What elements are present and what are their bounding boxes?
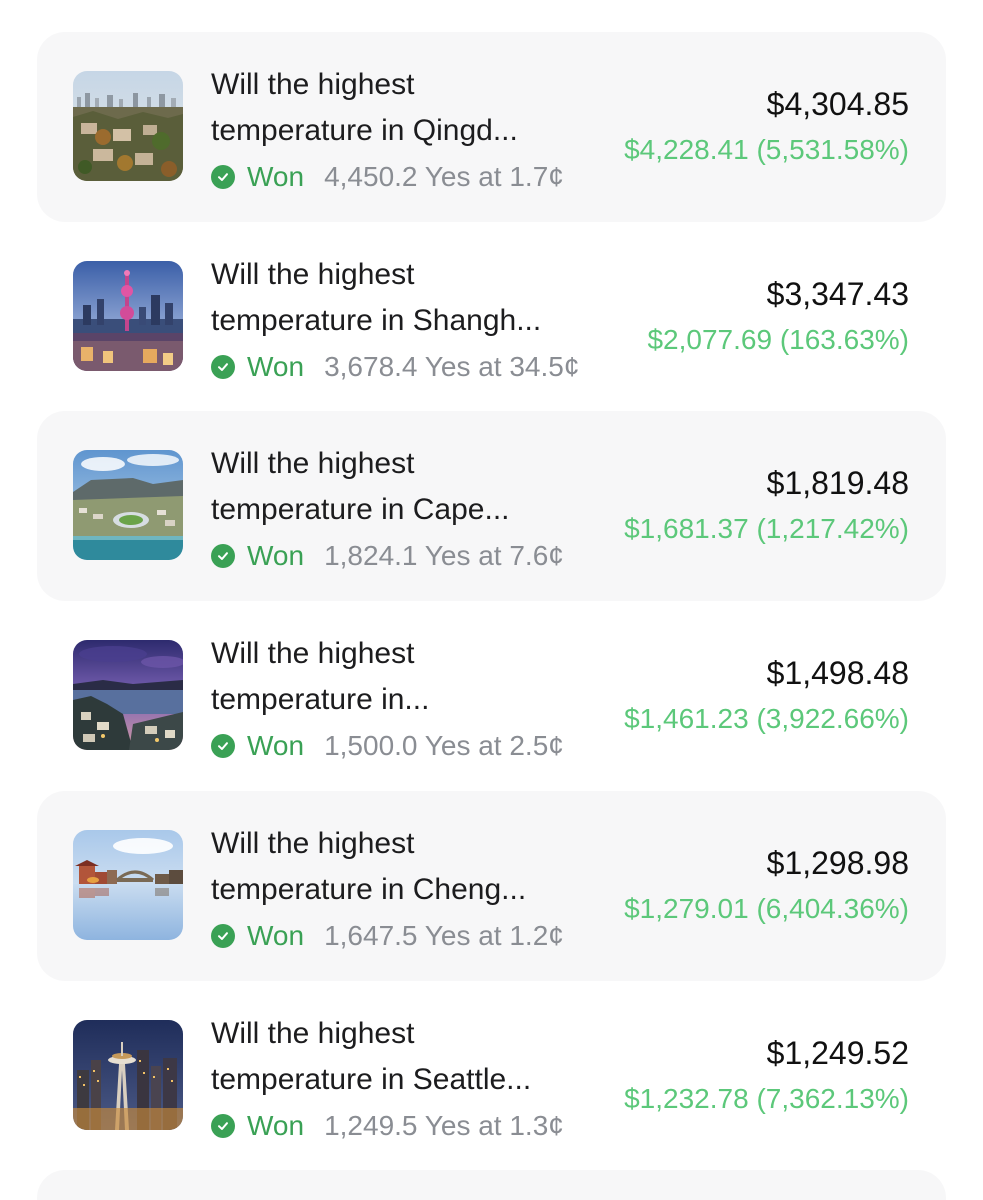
outcome-status: Won 1,647.5 Yes at 1.2¢: [211, 915, 564, 957]
won-label: Won: [247, 351, 305, 382]
shares-text: 4,450.2 Yes at 1.7¢: [324, 161, 564, 192]
won-label: Won: [247, 730, 305, 761]
position-value: $4,304.85: [766, 86, 909, 122]
market-title[interactable]: Will the highest temperature in Qingd...: [211, 62, 611, 154]
next-position-row-partial[interactable]: [37, 1170, 946, 1200]
position-row[interactable]: Will the highest temperature in Cape... …: [37, 411, 946, 601]
won-label: Won: [247, 161, 305, 192]
outcome-status: Won 1,824.1 Yes at 7.6¢: [211, 535, 564, 577]
title-line-1: Will the highest: [211, 827, 415, 860]
position-value: $1,298.98: [766, 845, 909, 881]
profit-loss: $4,228.41 (5,531.58%): [624, 134, 909, 165]
market-title[interactable]: Will the highest temperature in...: [211, 631, 611, 723]
outcome-status: Won 3,678.4 Yes at 34.5¢: [211, 346, 579, 388]
position-row[interactable]: Will the highest temperature in... Won 1…: [37, 601, 946, 791]
position-value: $3,347.43: [766, 276, 909, 312]
profit-loss: $2,077.69 (163.63%): [647, 324, 909, 355]
title-line-2: temperature in Seattle...: [211, 1063, 532, 1096]
shanghai-skyline-photo-icon: [73, 261, 183, 371]
title-line-1: Will the highest: [211, 1017, 415, 1050]
position-row[interactable]: Will the highest temperature in Seattle.…: [37, 981, 946, 1171]
position-value: $1,249.52: [766, 1035, 909, 1071]
position-value: $1,819.48: [766, 465, 909, 501]
outcome-status: Won 1,249.5 Yes at 1.3¢: [211, 1105, 564, 1147]
title-line-2: temperature in Cape...: [211, 493, 510, 526]
title-line-2: temperature in Shangh...: [211, 304, 542, 337]
shares-text: 1,500.0 Yes at 2.5¢: [324, 730, 564, 761]
won-label: Won: [247, 540, 305, 571]
check-circle-icon: [211, 924, 235, 948]
position-value: $1,498.48: [766, 655, 909, 691]
check-circle-icon: [211, 734, 235, 758]
market-title[interactable]: Will the highest temperature in Shangh..…: [211, 252, 611, 344]
check-circle-icon: [211, 1114, 235, 1138]
market-title[interactable]: Will the highest temperature in Cape...: [211, 441, 611, 533]
profit-loss: $1,461.23 (3,922.66%): [624, 703, 909, 734]
title-line-2: temperature in Qingd...: [211, 114, 518, 147]
check-circle-icon: [211, 544, 235, 568]
title-line-2: temperature in...: [211, 683, 430, 716]
title-line-1: Will the highest: [211, 637, 415, 670]
shares-text: 3,678.4 Yes at 34.5¢: [324, 351, 580, 382]
position-row[interactable]: Will the highest temperature in Shangh..…: [37, 222, 946, 412]
position-row[interactable]: Will the highest temperature in Qingd...…: [37, 32, 946, 222]
outcome-status: Won 1,500.0 Yes at 2.5¢: [211, 725, 564, 767]
title-line-1: Will the highest: [211, 68, 415, 101]
cape-town-photo-icon: [73, 450, 183, 560]
seattle-space-needle-photo-icon: [73, 1020, 183, 1130]
shares-text: 1,647.5 Yes at 1.2¢: [324, 920, 564, 951]
market-title[interactable]: Will the highest temperature in Seattle.…: [211, 1011, 611, 1103]
won-label: Won: [247, 1110, 305, 1141]
title-line-1: Will the highest: [211, 447, 415, 480]
check-circle-icon: [211, 165, 235, 189]
harbor-city-dusk-photo-icon: [73, 640, 183, 750]
won-label: Won: [247, 920, 305, 951]
positions-list: Will the highest temperature in Qingd...…: [0, 0, 983, 1200]
profit-loss: $1,232.78 (7,362.13%): [624, 1083, 909, 1114]
profit-loss: $1,681.37 (1,217.42%): [624, 513, 909, 544]
market-title[interactable]: Will the highest temperature in Cheng...: [211, 821, 611, 913]
shares-text: 1,824.1 Yes at 7.6¢: [324, 540, 564, 571]
outcome-status: Won 4,450.2 Yes at 1.7¢: [211, 156, 564, 198]
check-circle-icon: [211, 355, 235, 379]
qingdao-city-photo-icon: [73, 71, 183, 181]
title-line-1: Will the highest: [211, 258, 415, 291]
shares-text: 1,249.5 Yes at 1.3¢: [324, 1110, 564, 1141]
chengdu-river-photo-icon: [73, 830, 183, 940]
profit-loss: $1,279.01 (6,404.36%): [624, 893, 909, 924]
position-row[interactable]: Will the highest temperature in Cheng...…: [37, 791, 946, 981]
title-line-2: temperature in Cheng...: [211, 873, 527, 906]
